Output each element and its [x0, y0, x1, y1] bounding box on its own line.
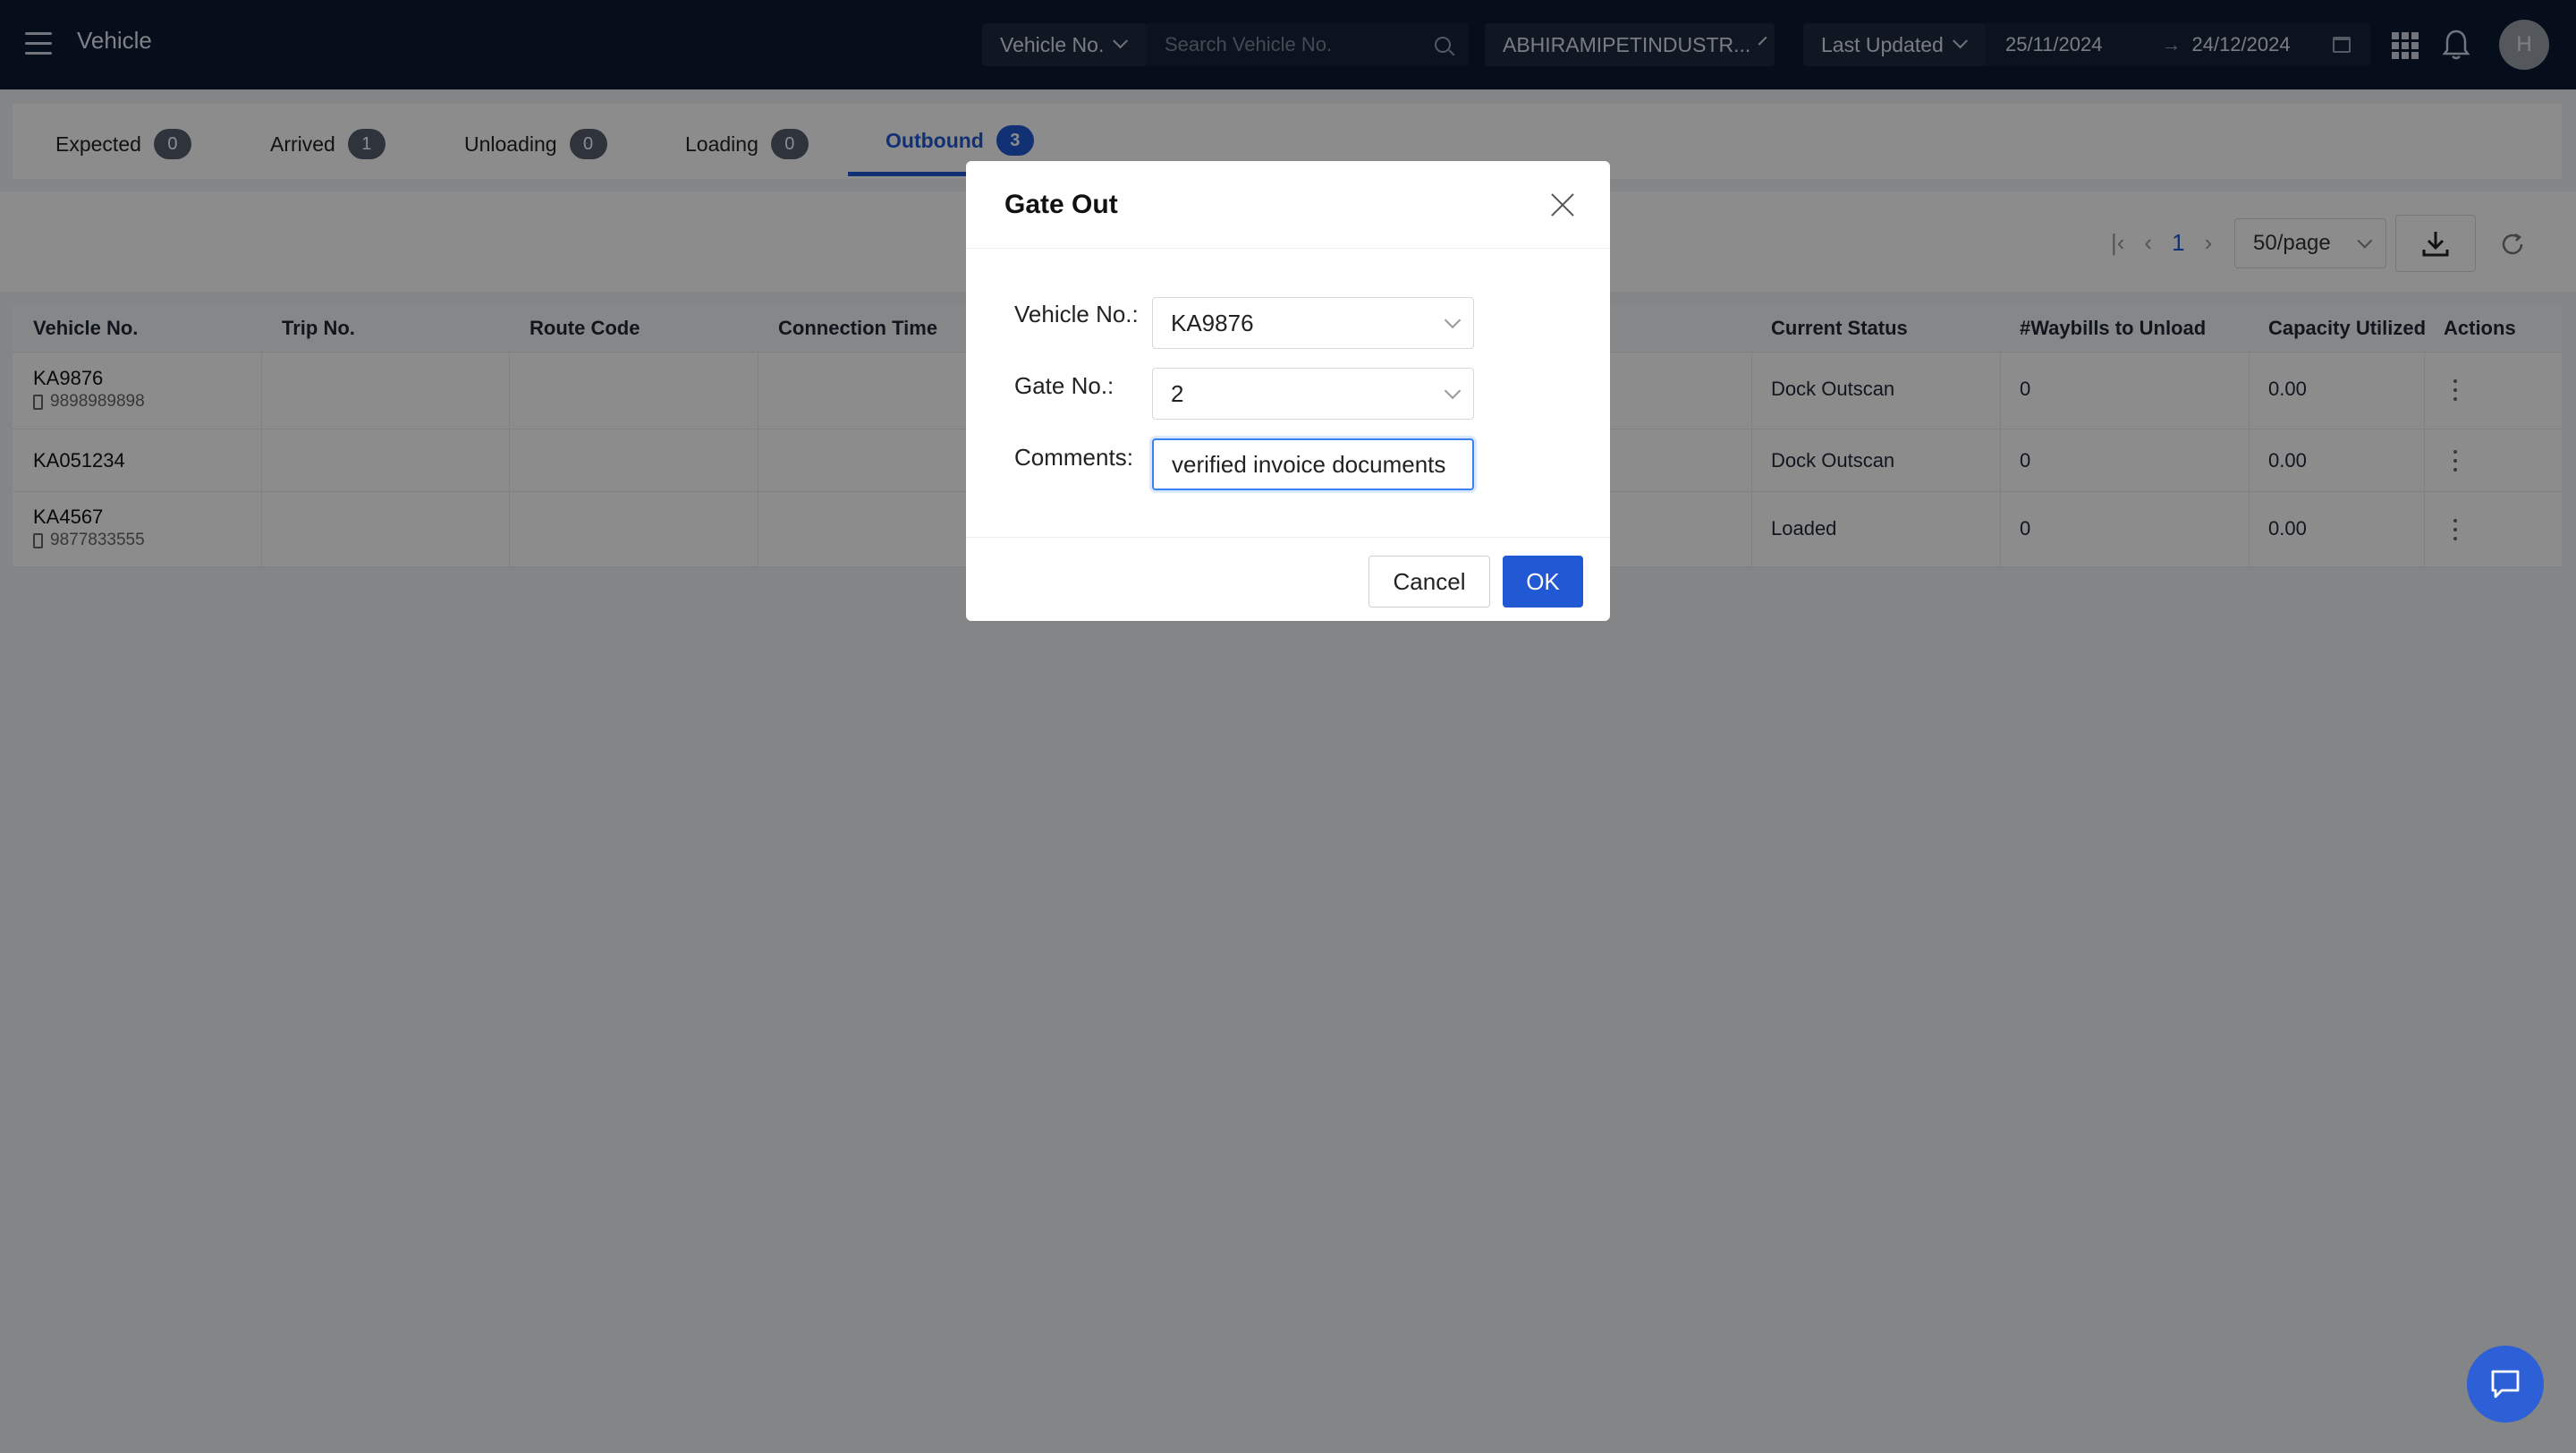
comments-label: Comments:: [1014, 444, 1133, 471]
cancel-button[interactable]: Cancel: [1368, 556, 1490, 608]
chevron-down-icon: [1444, 382, 1462, 399]
close-icon[interactable]: [1549, 191, 1576, 218]
gate-out-dialog: Gate Out Vehicle No.: KA9876 Gate No.: 2…: [966, 161, 1610, 621]
dialog-title: Gate Out: [1004, 190, 1118, 219]
chat-icon: [2491, 1370, 2520, 1398]
dialog-header: Gate Out: [966, 161, 1610, 249]
gate-no-value: 2: [1171, 379, 1184, 407]
gate-no-label: Gate No.:: [1014, 372, 1114, 399]
dialog-footer: Cancel OK: [966, 537, 1610, 621]
gate-no-select[interactable]: 2: [1152, 368, 1474, 420]
vehicle-no-label: Vehicle No.:: [1014, 301, 1139, 327]
ok-button[interactable]: OK: [1503, 556, 1583, 608]
comments-input[interactable]: [1152, 438, 1474, 490]
vehicle-no-select[interactable]: KA9876: [1152, 297, 1474, 349]
chevron-down-icon: [1444, 311, 1462, 328]
vehicle-no-value: KA9876: [1171, 309, 1254, 336]
chat-button[interactable]: [2467, 1346, 2544, 1423]
